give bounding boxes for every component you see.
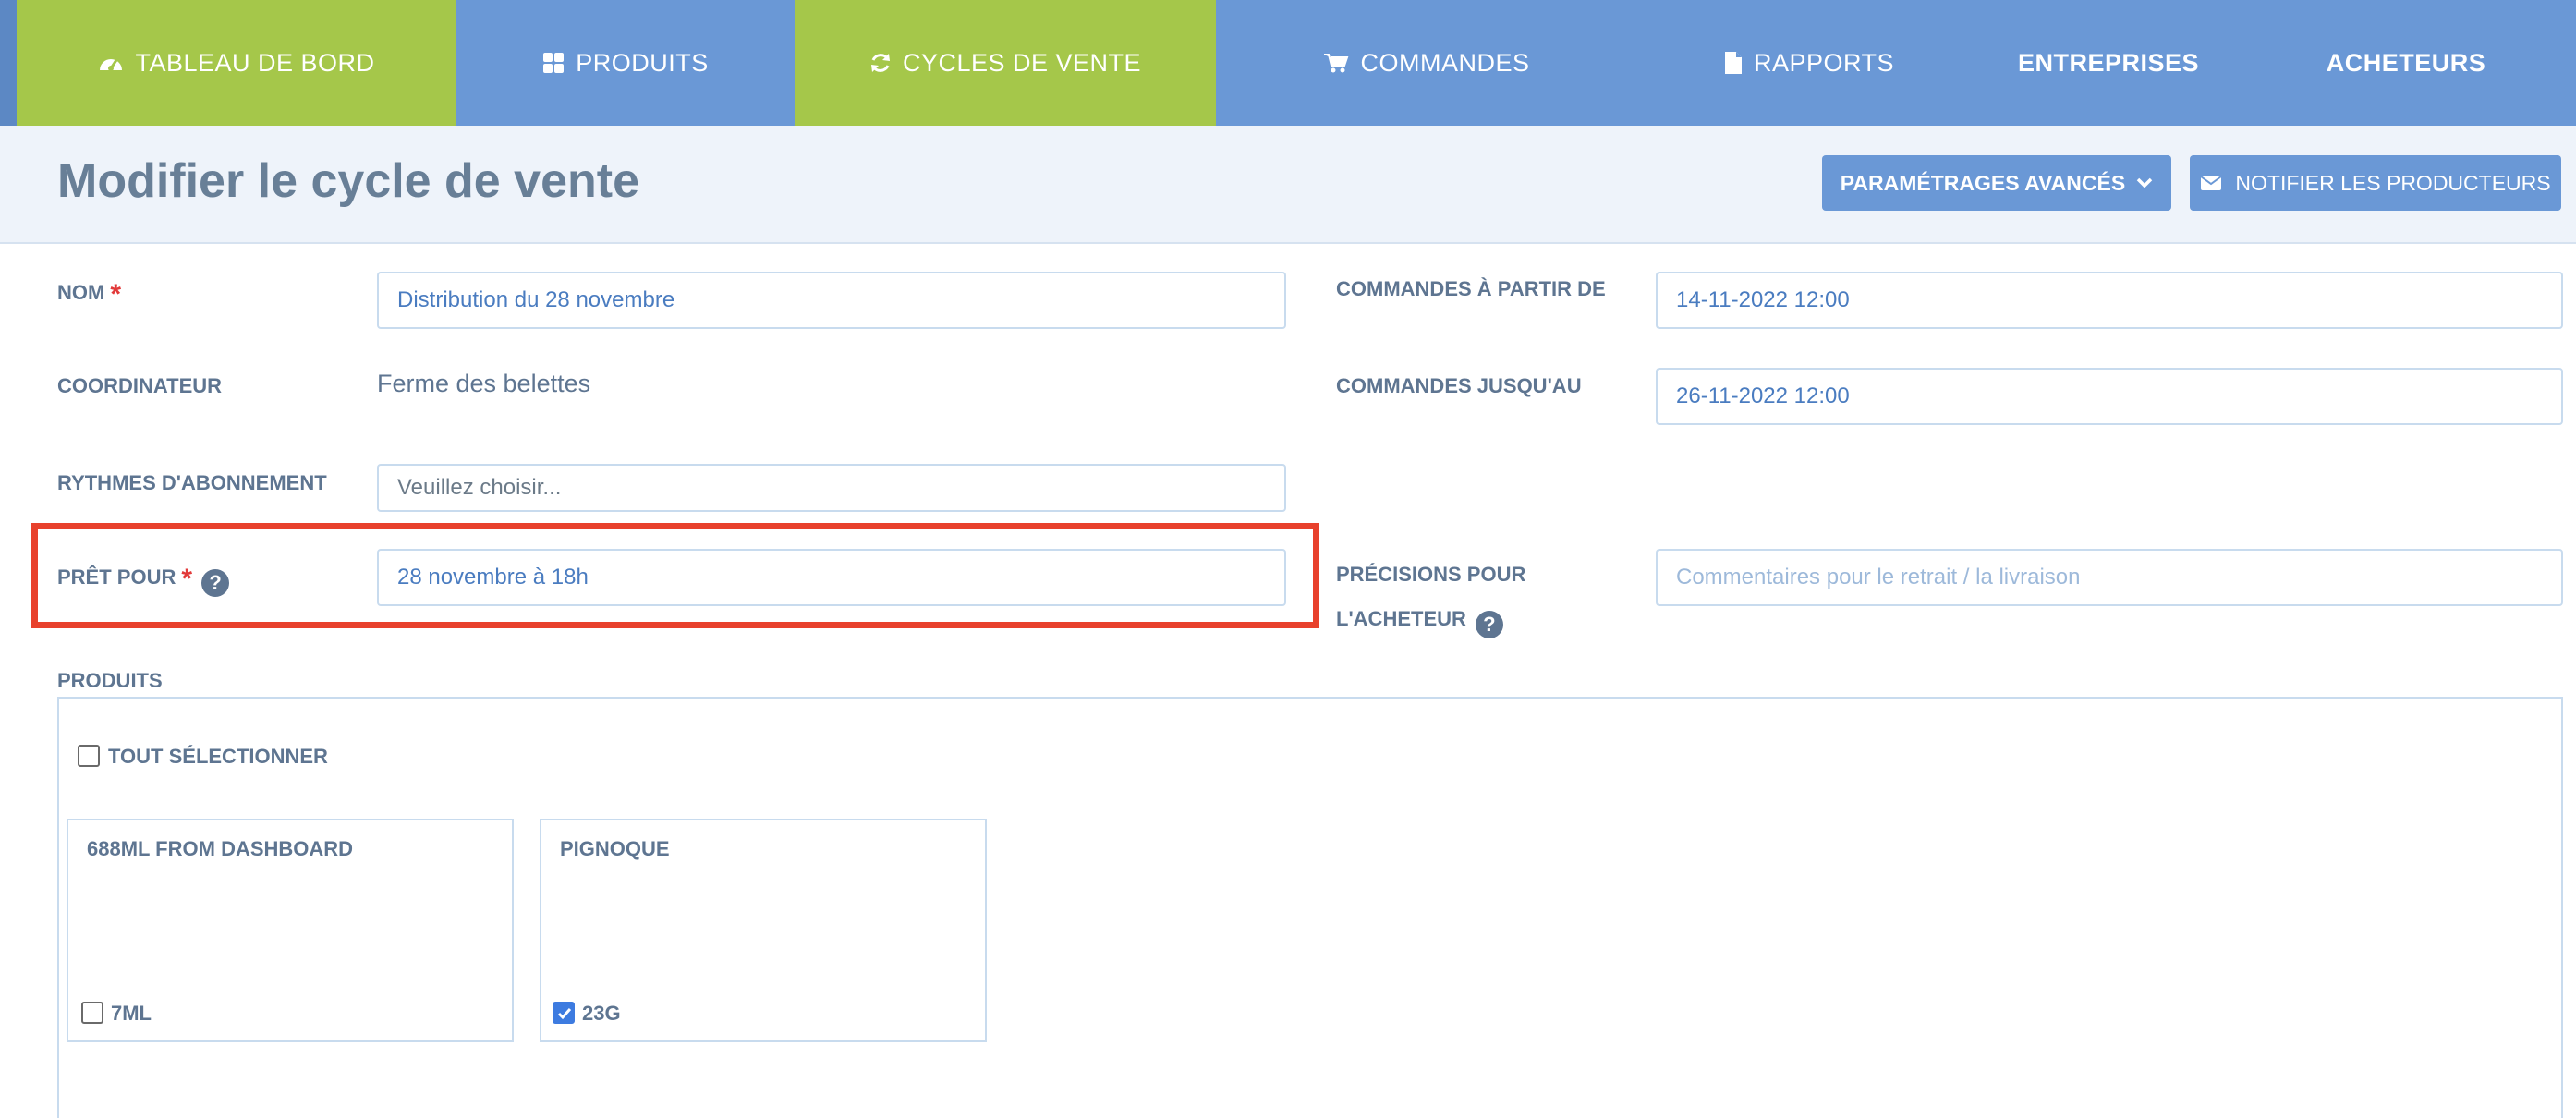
tab-buyers-label: ACHETEURS	[2326, 48, 2486, 77]
coordinator-label: COORDINATEUR	[57, 374, 223, 397]
check-icon	[557, 1008, 572, 1020]
buyer-notes-label: PRÉCISIONS POUR L'ACHETEUR?	[1336, 553, 1525, 641]
subscription-rhythms-placeholder: Veuillez choisir...	[397, 475, 562, 500]
chevron-down-icon	[2136, 177, 2153, 188]
variant-label[interactable]: 7ML	[111, 1002, 152, 1026]
advanced-settings-button[interactable]: PARAMÉTRAGES AVANCÉS	[1822, 155, 2171, 211]
orders-from-input[interactable]: 14-11-2022 12:00	[1656, 272, 2563, 329]
variant-checkbox[interactable]	[81, 1002, 103, 1024]
page-title: Modifier le cycle de vente	[57, 154, 640, 208]
select-all-checkbox[interactable]	[78, 745, 100, 767]
required-mark: *	[181, 564, 193, 594]
tab-reports[interactable]: RAPPORTS	[1637, 0, 1981, 126]
buyer-notes-placeholder: Commentaires pour le retrait / la livrai…	[1676, 565, 2081, 589]
help-icon[interactable]: ?	[1475, 611, 1503, 638]
coordinator-value: Ferme des belettes	[377, 370, 591, 397]
tab-sales-cycles-label: CYCLES DE VENTE	[902, 48, 1142, 77]
product-card-title: PIGNOQUE	[560, 837, 670, 860]
required-mark: *	[110, 279, 122, 310]
dashboard-icon	[98, 52, 124, 74]
subscription-rhythms-label: RYTHMES D'ABONNEMENT	[57, 471, 327, 494]
tab-buyers[interactable]: ACHETEURS	[2236, 0, 2576, 126]
orders-until-input[interactable]: 26-11-2022 12:00	[1656, 368, 2563, 425]
document-icon	[1724, 51, 1743, 75]
products-label: PRODUITS	[57, 669, 163, 692]
ready-for-label-text: PRÊT POUR	[57, 565, 176, 589]
tab-orders[interactable]: COMMANDES	[1216, 0, 1637, 126]
notify-producers-label: NOTIFIER LES PRODUCTEURS	[2235, 170, 2551, 195]
grid-icon	[542, 52, 565, 74]
name-input-value: Distribution du 28 novembre	[397, 287, 675, 312]
tab-companies[interactable]: ENTREPRISES	[1981, 0, 2236, 126]
variant-label[interactable]: 23G	[582, 1002, 621, 1026]
tab-products-label: PRODUITS	[576, 48, 709, 77]
variant-checkbox-checked[interactable]	[553, 1002, 575, 1024]
help-icon[interactable]: ?	[201, 569, 230, 597]
buyer-notes-label-line1: PRÉCISIONS POUR	[1336, 563, 1526, 586]
ready-for-input[interactable]: 28 novembre à 18h	[377, 549, 1286, 606]
product-card: 688ML FROM DASHBOARD 7ML	[67, 819, 514, 1042]
advanced-settings-label: PARAMÉTRAGES AVANCÉS	[1840, 170, 2126, 195]
tab-sales-cycles[interactable]: CYCLES DE VENTE	[795, 0, 1216, 139]
select-all-label[interactable]: TOUT SÉLECTIONNER	[108, 745, 328, 769]
orders-from-label: COMMANDES À PARTIR DE	[1336, 277, 1606, 300]
tab-companies-label: ENTREPRISES	[2017, 48, 2200, 77]
product-card: PIGNOQUE 23G	[540, 819, 987, 1042]
name-input[interactable]: Distribution du 28 novembre	[377, 272, 1286, 329]
tab-orders-label: COMMANDES	[1360, 48, 1530, 77]
tab-dashboard[interactable]: TABLEAU DE BORD	[17, 0, 456, 139]
orders-until-value: 26-11-2022 12:00	[1676, 383, 1850, 408]
ready-for-label: PRÊT POUR *?	[57, 564, 230, 597]
buyer-notes-label-line2: L'ACHETEUR	[1336, 607, 1466, 630]
orders-from-value: 14-11-2022 12:00	[1676, 287, 1850, 312]
main-nav: TABLEAU DE BORD PRODUITS CYCLES DE VENTE…	[0, 0, 2576, 139]
page-header: Modifier le cycle de vente PARAMÉTRAGES …	[0, 126, 2576, 244]
notify-producers-button[interactable]: NOTIFIER LES PRODUCTEURS	[2190, 155, 2561, 211]
nav-edge	[0, 0, 17, 126]
subscription-rhythms-select[interactable]: Veuillez choisir...	[377, 464, 1286, 512]
cart-icon	[1323, 52, 1349, 74]
tab-dashboard-label: TABLEAU DE BORD	[135, 48, 375, 77]
orders-until-label: COMMANDES JUSQU'AU	[1336, 374, 1582, 397]
tab-reports-label: RAPPORTS	[1753, 48, 1895, 77]
product-card-title: 688ML FROM DASHBOARD	[87, 837, 354, 860]
tab-products[interactable]: PRODUITS	[456, 0, 795, 126]
ready-for-value: 28 novembre à 18h	[397, 565, 589, 589]
buyer-notes-input[interactable]: Commentaires pour le retrait / la livrai…	[1656, 549, 2563, 606]
buyer-notes-label-line2-wrap: L'ACHETEUR?	[1336, 597, 1525, 641]
name-label-text: NOM	[57, 281, 105, 304]
name-label: NOM *	[57, 279, 121, 310]
refresh-icon	[869, 52, 892, 74]
envelope-icon	[2200, 175, 2222, 191]
